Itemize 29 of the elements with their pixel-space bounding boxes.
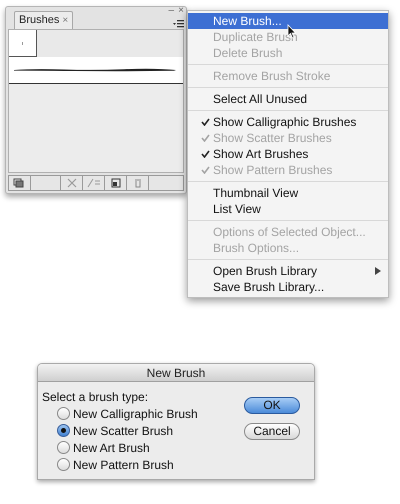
art-brush-thumbnail[interactable] (9, 57, 183, 84)
menu-item[interactable]: Open Brush Library (188, 263, 388, 279)
radio-button[interactable] (57, 458, 70, 471)
radio-button[interactable] (57, 424, 70, 437)
radio-button[interactable] (57, 441, 70, 454)
minimize-button[interactable]: – (168, 5, 174, 17)
brushes-tab[interactable]: Brushes × (14, 11, 74, 29)
radio-option[interactable]: New Pattern Brush (57, 456, 198, 473)
radio-option[interactable]: New Scatter Brush (57, 422, 198, 439)
dialog-button[interactable]: OK (244, 397, 300, 414)
dialog-title: New Brush (146, 364, 206, 382)
menu-item[interactable]: New Brush... (188, 13, 388, 29)
radio-option[interactable]: New Calligraphic Brush (57, 405, 198, 422)
calligraphic-brush-thumbnail[interactable] (9, 30, 37, 57)
prompt-label: Select a brush type: (42, 389, 150, 405)
brush-stroke-icon (14, 67, 176, 73)
menu-icon[interactable] (173, 20, 184, 28)
radio-option[interactable]: New Art Brush (57, 439, 198, 456)
radio-button[interactable] (57, 407, 70, 420)
menu-item[interactable]: Save Brush Library... (188, 279, 388, 295)
dialog-button[interactable]: Cancel (244, 423, 300, 440)
menu-item[interactable]: Select All Unused (188, 91, 388, 107)
menu-item[interactable]: Thumbnail View (188, 185, 388, 201)
tab-label: Brushes (19, 13, 60, 28)
menu-item[interactable]: List View (188, 201, 388, 217)
menu-item[interactable]: Show Calligraphic Brushes (188, 114, 388, 130)
close-button[interactable]: × (178, 5, 184, 17)
tab-close-button[interactable]: × (62, 13, 68, 28)
menu-item[interactable]: Show Art Brushes (188, 146, 388, 162)
